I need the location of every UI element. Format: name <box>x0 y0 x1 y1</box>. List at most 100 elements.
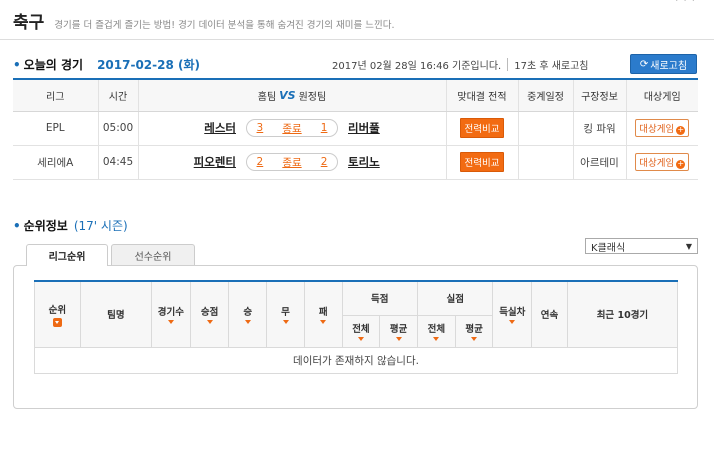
empty-row: 데이터가 존재하지 않습니다. <box>34 346 678 374</box>
col-target: 대상게임 <box>625 79 698 112</box>
col-match: 홈팀 VS 원정팀 <box>137 79 446 112</box>
match-stadium: 아르테미 <box>572 145 626 180</box>
match-status: 종료 <box>282 122 302 135</box>
match-league: EPL <box>13 111 98 146</box>
today-date: 2017-02-28 (화) <box>97 58 201 72</box>
sort-caret-icon <box>320 320 327 325</box>
tab-player-rank[interactable]: 선수순위 <box>111 244 195 265</box>
vs-icon: VS <box>279 88 296 102</box>
target-game-label: 대상게임 <box>639 124 675 135</box>
compare-button[interactable]: 전력비교 <box>459 118 505 138</box>
home-score: 3 <box>256 122 264 134</box>
plus-icon: + <box>676 159 686 169</box>
match-score: 레스터 3 종료 1 리버풀 <box>139 119 446 137</box>
col-conceded-total[interactable]: 전체 <box>417 314 456 348</box>
col-conceded: 실점 <box>417 280 494 316</box>
col-time: 시간 <box>97 79 138 112</box>
empty-message: 데이터가 존재하지 않습니다. <box>34 346 678 374</box>
refresh-button-label: 새로고침 <box>650 60 688 72</box>
col-goal-diff[interactable]: 득실차 <box>492 280 533 348</box>
updated-text: 2017년 02월 28일 16:46 기준입니다. <box>332 61 502 72</box>
tab-league-rank[interactable]: 리그순위 <box>26 244 108 266</box>
match-time: 04:45 <box>97 145 138 180</box>
today-section-title: • 오늘의 경기 2017-02-28 (화) <box>13 56 200 73</box>
score-box[interactable]: 3 종료 1 <box>246 119 338 137</box>
col-scored-total[interactable]: 전체 <box>341 314 381 348</box>
bullet-icon: • <box>13 57 21 72</box>
away-team-link[interactable]: 리버풀 <box>338 120 408 136</box>
chevron-down-icon: ▼ <box>685 241 692 251</box>
refresh-icon: ⟳ <box>639 58 649 70</box>
home-team-link[interactable]: 피오렌티 <box>176 154 246 170</box>
col-scored-average[interactable]: 평균 <box>379 314 419 348</box>
page-header: 축구 경기를 더 즐겁게 즐기는 방법! 경기 데이터 분석을 통해 숨겨진 경… <box>13 8 395 33</box>
match-row: 세리에A 04:45 피오렌티 2 종료 2 토리노 전력비교 아르테미 대상게… <box>13 145 698 180</box>
col-points[interactable]: 승점 <box>189 280 230 348</box>
match-broadcast <box>517 111 573 146</box>
score-box[interactable]: 2 종료 2 <box>246 153 338 171</box>
sort-caret-icon <box>167 320 174 325</box>
update-status: 2017년 02월 28일 16:46 기준입니다. 17초 후 새로고침 <box>332 57 589 72</box>
col-loss[interactable]: 패 <box>303 280 343 348</box>
ranking-section-title: • 순위정보 (17' 시즌) <box>13 217 128 234</box>
col-home: 홈팀 <box>257 91 277 103</box>
countdown-text: 17초 후 새로고침 <box>514 61 589 72</box>
match-score: 피오렌티 2 종료 2 토리노 <box>139 153 446 171</box>
home-score: 2 <box>256 156 264 168</box>
match-status: 종료 <box>282 156 302 169</box>
col-recent: 최근 10경기 <box>566 280 679 348</box>
league-select-value: K클래식 <box>591 242 626 254</box>
bullet-icon: • <box>13 218 21 233</box>
col-h2h: 맞대결 전적 <box>445 79 518 112</box>
match-league: 세리에A <box>13 145 98 180</box>
col-away: 원정팀 <box>298 91 327 103</box>
col-scored: 득점 <box>341 280 419 316</box>
top-cropped-links: · · · <box>675 0 696 7</box>
away-score: 2 <box>320 156 328 168</box>
ranking-header-row: 순위 팀명 경기수 승점 승 무 패 득점 실점 득실차 연속 최근 10경기 <box>34 280 679 348</box>
col-stadium: 구장정보 <box>572 79 626 112</box>
col-rank[interactable]: 순위 <box>34 280 81 348</box>
compare-button[interactable]: 전력비교 <box>459 152 505 172</box>
sort-caret-icon <box>509 320 516 325</box>
league-select[interactable]: K클래식 ▼ <box>585 238 698 254</box>
away-team-link[interactable]: 토리노 <box>338 154 408 170</box>
today-title-text: 오늘의 경기 <box>23 58 84 72</box>
sort-caret-icon <box>206 320 213 325</box>
sort-caret-icon <box>282 320 289 325</box>
col-draw[interactable]: 무 <box>266 280 305 348</box>
col-league: 리그 <box>13 79 98 112</box>
sort-caret-icon <box>471 337 478 341</box>
match-stadium: 킹 파워 <box>572 111 626 146</box>
refresh-button[interactable]: ⟳ 새로고침 <box>630 54 697 74</box>
page-title: 축구 <box>13 13 45 33</box>
page-description: 경기를 더 즐겁게 즐기는 방법! 경기 데이터 분석을 통해 숨겨진 경기의 … <box>54 20 395 31</box>
match-broadcast <box>517 145 573 180</box>
ranking-title-text: 순위정보 <box>23 219 68 233</box>
col-team: 팀명 <box>79 280 153 348</box>
col-win[interactable]: 승 <box>228 280 268 348</box>
sort-caret-icon <box>244 320 251 325</box>
home-team-link[interactable]: 레스터 <box>176 120 246 136</box>
target-game-label: 대상게임 <box>639 158 675 169</box>
col-streak: 연속 <box>531 280 568 348</box>
ranking-tabs: 리그순위 선수순위 <box>26 244 195 266</box>
games-header-row: 리그 시간 홈팀 VS 원정팀 맞대결 전적 중계일정 구장정보 대상게임 <box>13 79 698 112</box>
today-games-table: 리그 시간 홈팀 VS 원정팀 맞대결 전적 중계일정 구장정보 대상게임 EP… <box>13 78 698 180</box>
col-conceded-average[interactable]: 평균 <box>454 314 494 348</box>
ranking-table: 순위 팀명 경기수 승점 승 무 패 득점 실점 득실차 연속 최근 10경기 … <box>34 280 679 374</box>
sort-caret-icon <box>357 337 364 341</box>
sort-caret-icon <box>433 337 440 341</box>
divider <box>507 58 509 71</box>
match-time: 05:00 <box>97 111 138 146</box>
col-games[interactable]: 경기수 <box>151 280 191 348</box>
sort-caret-icon <box>395 337 402 341</box>
col-broadcast: 중계일정 <box>517 79 573 112</box>
target-game-button[interactable]: 대상게임 + <box>635 153 690 171</box>
plus-icon: + <box>676 125 686 135</box>
ranking-season: (17' 시즌) <box>73 219 128 233</box>
sort-caret-icon <box>52 317 62 327</box>
header-divider <box>0 39 714 40</box>
target-game-button[interactable]: 대상게임 + <box>635 119 690 137</box>
away-score: 1 <box>320 122 328 134</box>
